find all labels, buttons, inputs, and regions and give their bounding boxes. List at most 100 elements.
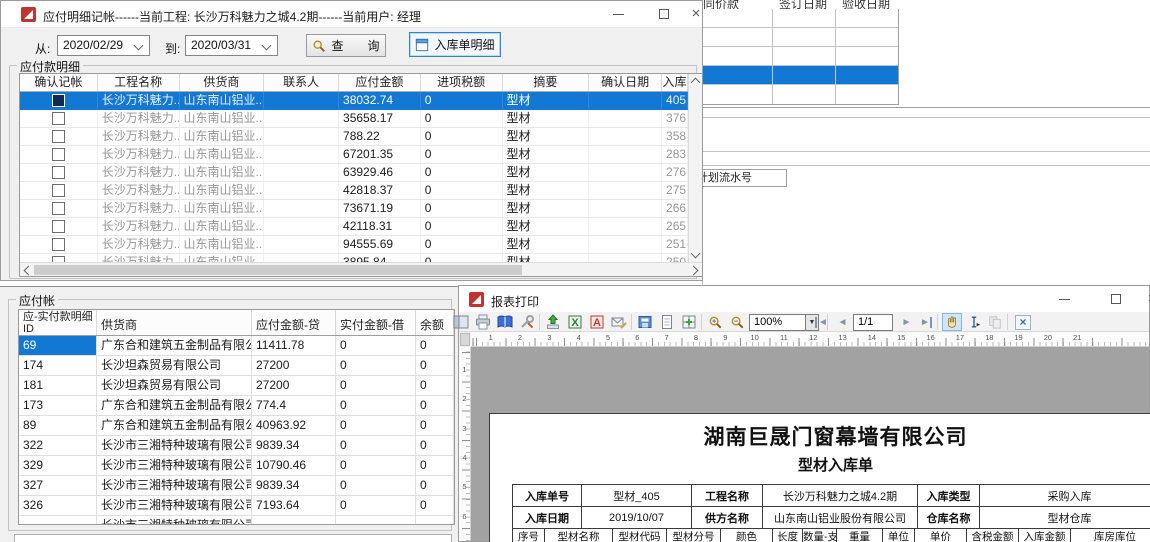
report-detail-header: 序号 型材名称 型材代码 型材分号 颜色 长度 数量-支 重量 单位 单价 含税…: [513, 529, 1150, 542]
next-page-icon[interactable]: ►: [896, 313, 916, 331]
payables-table-row[interactable]: 327 长沙市三湘特种玻璃有限公司 9839.34 0 0: [19, 476, 454, 496]
horizontal-scrollbar[interactable]: [20, 262, 702, 276]
column-header[interactable]: 应-实付款明细ID: [19, 310, 97, 335]
inbound-detail-button[interactable]: 入库单明细: [409, 32, 501, 57]
svg-text:X: X: [571, 317, 579, 329]
payables-table-row[interactable]: 173 广东合和建筑五金制品有限公司 774.4 0 0: [19, 396, 454, 416]
payable-detail-row[interactable]: 长沙万科魅力... 山东南山铝业... 35658.17 0 型材 376: [20, 110, 688, 128]
payable-detail-row[interactable]: 长沙万科魅力... 山东南山铝业... 42118.31 0 型材 265: [20, 218, 688, 236]
zoom-out-icon[interactable]: [727, 313, 747, 331]
print-icon[interactable]: [473, 313, 493, 331]
maximize-button[interactable]: [651, 4, 677, 24]
contract-grid-row[interactable]: [703, 66, 898, 85]
column-header[interactable]: 供货商: [97, 310, 252, 335]
ruler-origin: [460, 333, 470, 346]
prev-page-icon[interactable]: ◄: [832, 313, 852, 331]
payable-detail-row[interactable]: 长沙万科魅力... 山东南山铝业... 67201.35 0 型材 283: [20, 146, 688, 164]
payable-detail-row[interactable]: 长沙万科魅力... 山东南山铝业... 38032.74 0 型材 405: [20, 92, 688, 110]
payables-table-row[interactable]: 181 长沙坦森贸易有限公司 27200 0 0: [19, 376, 454, 396]
payable-detail-row[interactable]: 长沙万科魅力... 山东南山铝业... 42818.37 0 型材 275: [20, 182, 688, 200]
zoom-in-icon[interactable]: [705, 313, 725, 331]
form-icon: [415, 38, 429, 52]
column-header[interactable]: 实付金额-借: [336, 310, 416, 335]
scrollbar-thumb[interactable]: [34, 265, 522, 275]
document-icon[interactable]: [657, 313, 677, 331]
minimize-button[interactable]: [605, 4, 631, 24]
column-header[interactable]: 摘要: [503, 74, 590, 91]
payables-table-row[interactable]: 322 长沙市三湘特种玻璃有限公司 9839.34 0 0: [19, 436, 454, 456]
scroll-right-icon[interactable]: [689, 266, 699, 276]
confirm-checkbox[interactable]: [52, 166, 65, 179]
from-date-combobox[interactable]: 2020/02/29: [57, 35, 150, 56]
to-date-combobox[interactable]: 2020/03/31: [185, 35, 278, 56]
last-page-icon[interactable]: ►: [916, 313, 936, 331]
scroll-up-icon[interactable]: [691, 78, 701, 88]
column-header[interactable]: 余额: [416, 310, 454, 335]
vertical-ruler-numbers: 123456: [459, 365, 470, 541]
column-header[interactable]: 工程名称: [98, 74, 180, 91]
to-label: 到:: [165, 40, 180, 57]
minimize-button[interactable]: [1051, 289, 1077, 309]
text-select-icon[interactable]: [964, 313, 984, 331]
confirm-checkbox[interactable]: [52, 184, 65, 197]
first-page-icon[interactable]: ◄: [811, 313, 831, 331]
tools-icon[interactable]: [517, 313, 537, 331]
close-preview-icon[interactable]: ×: [1013, 313, 1033, 331]
payables-table-row[interactable]: 89 广东合和建筑五金制品有限公司 40963.92 0 0: [19, 416, 454, 436]
confirm-checkbox[interactable]: [52, 94, 65, 107]
pdf-export-icon[interactable]: A: [587, 313, 607, 331]
contract-grid-row[interactable]: [703, 47, 898, 66]
save-icon[interactable]: [635, 313, 655, 331]
confirm-checkbox[interactable]: [52, 220, 65, 233]
contract-grid-row[interactable]: [703, 9, 898, 28]
column-header[interactable]: 进项税额: [421, 74, 503, 91]
payable-detail-row[interactable]: 长沙万科魅力... 山东南山铝业... 788.22 0 型材 358: [20, 128, 688, 146]
report-company-title: 湖南巨晟门窗幕墙有限公司: [512, 421, 1150, 451]
column-header[interactable]: 联系人: [264, 74, 339, 91]
column-header[interactable]: 入库: [662, 74, 688, 91]
page-number-input[interactable]: 1/1: [853, 314, 893, 331]
payables-table-row[interactable]: 69 广东合和建筑五金制品有限公司 11411.78 0 0: [19, 336, 454, 356]
scroll-left-icon[interactable]: [24, 266, 34, 276]
payables-table-row[interactable]: 326 长沙市三湘特种玻璃有限公司 7193.64 0 0: [19, 496, 454, 516]
divider: [702, 117, 1150, 118]
confirm-checkbox[interactable]: [52, 148, 65, 161]
docked-panel-icon[interactable]: [451, 313, 471, 331]
scroll-down-icon[interactable]: [691, 249, 701, 259]
payable-detail-row[interactable]: 长沙万科魅力... 山东南山铝业... 63929.46 0 型材 276: [20, 164, 688, 182]
contract-grid-row[interactable]: [703, 28, 898, 47]
payables-table-row[interactable]: 174 长沙坦森贸易有限公司 27200 0 0: [19, 356, 454, 376]
payables-table-row[interactable]: 长沙市三湘特种玻璃有限公司: [19, 516, 454, 524]
column-header[interactable]: 应付金额: [339, 74, 421, 91]
confirm-checkbox[interactable]: [52, 238, 65, 251]
export-icon[interactable]: [543, 313, 563, 331]
close-button[interactable]: ×: [683, 4, 709, 24]
close-button[interactable]: ×: [1139, 289, 1150, 309]
vertical-scrollbar[interactable]: [688, 74, 702, 262]
column-header[interactable]: 应付金额-贷: [252, 310, 336, 335]
book-icon[interactable]: [495, 313, 515, 331]
add-grid-icon[interactable]: [679, 313, 699, 331]
zoom-level-select[interactable]: 100% ▼: [749, 314, 819, 331]
payable-detail-row[interactable]: 长沙万科魅力... 山东南山铝业... 73671.19 0 型材 266: [20, 200, 688, 218]
window-title: 应付明细记帐------当前工程: 长沙万科魅力之城4.2期------当前用户…: [43, 8, 421, 25]
payable-detail-row[interactable]: 长沙万科魅力... 山东南山铝业... 3895.84 0 型材 250: [20, 254, 688, 262]
excel-export-icon[interactable]: X: [565, 313, 585, 331]
title-bar: 应付明细记帐------当前工程: 长沙万科魅力之城4.2期------当前用户…: [1, 1, 702, 28]
mail-icon[interactable]: [609, 313, 629, 331]
confirm-checkbox[interactable]: [52, 112, 65, 125]
confirm-checkbox[interactable]: [52, 130, 65, 143]
confirm-checkbox[interactable]: [52, 202, 65, 215]
column-header[interactable]: 供货商: [180, 74, 265, 91]
report-form-title: 型材入库单: [512, 454, 1150, 475]
column-header[interactable]: 确认记帐: [20, 74, 98, 91]
column-header[interactable]: 确认日期: [589, 74, 662, 91]
payable-detail-row[interactable]: 长沙万科魅力... 山东南山铝业... 94555.69 0 型材 251: [20, 236, 688, 254]
query-button[interactable]: 查 询: [306, 34, 386, 57]
payables-table-row[interactable]: 329 长沙市三湘特种玻璃有限公司 10790.46 0 0: [19, 456, 454, 476]
hand-tool-icon[interactable]: [942, 313, 962, 331]
plan-serial-field[interactable]: 计划流水号: [693, 169, 787, 187]
maximize-button[interactable]: [1103, 289, 1129, 309]
copy-pages-icon[interactable]: [985, 313, 1005, 331]
contract-grid-row[interactable]: [703, 85, 898, 104]
